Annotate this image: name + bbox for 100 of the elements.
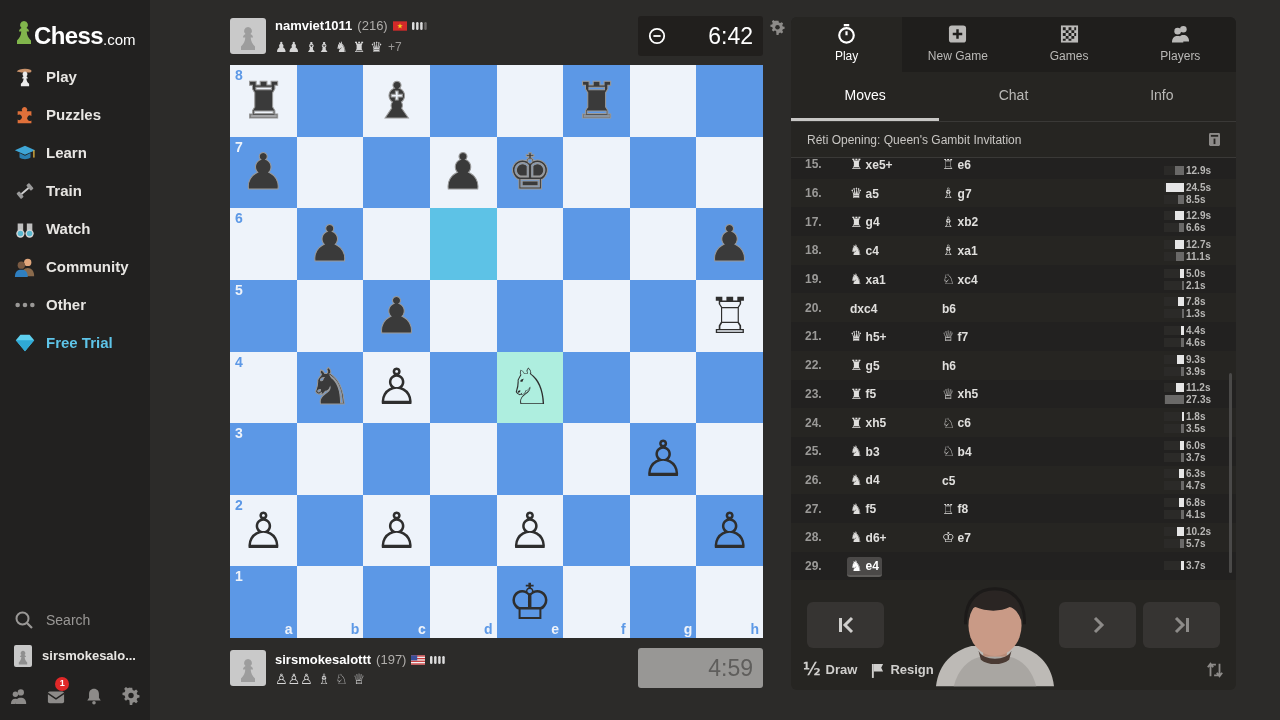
- move-link[interactable]: ♕ f7: [939, 326, 972, 347]
- move-link[interactable]: ♞ d6+: [847, 527, 890, 548]
- board-square[interactable]: [563, 136, 630, 209]
- board-square[interactable]: [563, 351, 630, 424]
- board-square[interactable]: [296, 136, 364, 209]
- mail-icon[interactable]: [47, 689, 66, 705]
- top-tab[interactable]: Players: [1124, 17, 1236, 72]
- chess-piece[interactable]: ♙: [374, 505, 419, 556]
- chess-piece[interactable]: ♟: [240, 147, 286, 198]
- tab[interactable]: Info: [1087, 72, 1236, 121]
- nav-item[interactable]: Train: [0, 172, 150, 210]
- board-square[interactable]: [429, 351, 497, 424]
- move-link[interactable]: ♞ xa1: [847, 269, 889, 290]
- chess-piece[interactable]: ♙: [507, 505, 553, 556]
- resign-button[interactable]: Resign: [871, 660, 934, 680]
- friends-icon[interactable]: [9, 687, 28, 705]
- chess-piece[interactable]: ♙: [374, 362, 419, 413]
- nav-button[interactable]: [1143, 602, 1220, 648]
- move-link[interactable]: ♜ xh5: [847, 413, 890, 434]
- board-square[interactable]: [629, 136, 697, 209]
- board-square[interactable]: ♜: [563, 65, 630, 137]
- board-square[interactable]: ♟: [429, 136, 497, 209]
- chess-piece[interactable]: ♙: [640, 433, 686, 484]
- profile-link[interactable]: sirsmokesalo...: [0, 638, 150, 674]
- board-square[interactable]: [629, 65, 697, 137]
- nav-item[interactable]: Learn: [0, 134, 150, 172]
- move-link[interactable]: ♖ f8: [939, 499, 972, 520]
- player-name[interactable]: namviet1011: [275, 16, 353, 36]
- move-link[interactable]: ♞ e4: [847, 557, 882, 578]
- move-link[interactable]: ♞ c4: [847, 240, 882, 261]
- move-link[interactable]: c5: [939, 470, 959, 491]
- board-square[interactable]: [296, 423, 364, 495]
- chess-piece[interactable]: ♟: [374, 290, 419, 341]
- move-link[interactable]: dxc4: [847, 298, 881, 319]
- board-square[interactable]: [629, 279, 697, 352]
- player-name[interactable]: sirsmokesalottt: [275, 650, 372, 670]
- search-link[interactable]: Search: [0, 602, 150, 638]
- chess-piece[interactable]: ♜: [574, 75, 619, 126]
- board-square[interactable]: ♟: [696, 208, 763, 280]
- chess-piece[interactable]: ♙: [707, 505, 753, 556]
- board-square[interactable]: [496, 65, 564, 137]
- move-link[interactable]: ♗ xa1: [939, 240, 981, 261]
- board-square[interactable]: ♚: [496, 136, 564, 209]
- player-avatar[interactable]: [230, 650, 266, 686]
- move-link[interactable]: ♛ h5+: [847, 326, 890, 347]
- top-tab[interactable]: Games: [1013, 17, 1125, 72]
- top-tab[interactable]: New Game: [902, 17, 1014, 72]
- nav-item[interactable]: Play: [0, 58, 150, 96]
- board-square[interactable]: [296, 494, 364, 567]
- board-square[interactable]: [496, 423, 564, 495]
- board-square[interactable]: ♝: [363, 65, 430, 137]
- move-link[interactable]: ♛ a5: [847, 183, 882, 204]
- board-square[interactable]: [629, 494, 697, 567]
- chess-piece[interactable]: ♔: [507, 577, 553, 628]
- chess-piece[interactable]: ♞: [307, 362, 353, 413]
- chess-piece[interactable]: ♝: [374, 75, 419, 126]
- move-link[interactable]: ♜ f5: [847, 384, 880, 405]
- book-icon[interactable]: [1209, 133, 1220, 146]
- move-link[interactable]: ♜ xe5+: [847, 158, 896, 175]
- settings-icon[interactable]: [122, 687, 141, 705]
- board-square[interactable]: ♙: [363, 351, 430, 424]
- board-square[interactable]: [696, 351, 763, 424]
- chess-piece[interactable]: ♟: [307, 219, 353, 270]
- bell-icon[interactable]: [84, 687, 103, 705]
- move-link[interactable]: ♞ b3: [847, 441, 883, 462]
- chess-piece[interactable]: ♟: [707, 219, 753, 270]
- nav-item[interactable]: Watch: [0, 210, 150, 248]
- tab[interactable]: Chat: [939, 72, 1088, 121]
- board-square[interactable]: [296, 65, 364, 137]
- move-link[interactable]: ♜ g4: [847, 212, 883, 233]
- chess-piece[interactable]: ♖: [707, 290, 753, 341]
- move-link[interactable]: ♘ c6: [939, 413, 974, 434]
- chess-piece[interactable]: ♚: [507, 147, 553, 198]
- board-square[interactable]: ♘: [496, 351, 564, 424]
- logo-suffix[interactable]: .com: [103, 32, 136, 47]
- settings-icon[interactable]: [770, 20, 785, 35]
- logo-text[interactable]: Chess: [34, 24, 104, 48]
- board-square[interactable]: ♟: [296, 208, 364, 280]
- chess-piece[interactable]: ♘: [507, 362, 553, 413]
- board-square[interactable]: ♙: [363, 494, 430, 567]
- board-square[interactable]: [496, 279, 564, 352]
- nav-item[interactable]: Free Trial: [0, 324, 150, 362]
- nav-button[interactable]: [807, 602, 884, 648]
- nav-item[interactable]: Puzzles: [0, 96, 150, 134]
- flip-board-icon[interactable]: [1206, 661, 1224, 679]
- board-square[interactable]: ♞: [296, 351, 364, 424]
- board-square[interactable]: [629, 208, 697, 280]
- move-link[interactable]: ♔ e7: [939, 527, 974, 548]
- board-square[interactable]: [363, 136, 430, 209]
- board-square[interactable]: ♖: [696, 279, 763, 352]
- board-square[interactable]: [429, 279, 497, 352]
- player-avatar[interactable]: [230, 18, 266, 54]
- board-square[interactable]: ♙: [696, 494, 763, 567]
- board-square[interactable]: [296, 279, 364, 352]
- board-square[interactable]: [496, 208, 564, 280]
- move-link[interactable]: ♗ xb2: [939, 212, 982, 233]
- scrollbar[interactable]: [1229, 373, 1232, 573]
- draw-button[interactable]: ½ Draw: [803, 657, 858, 683]
- board-square[interactable]: [429, 494, 497, 567]
- tab[interactable]: Moves: [791, 72, 940, 121]
